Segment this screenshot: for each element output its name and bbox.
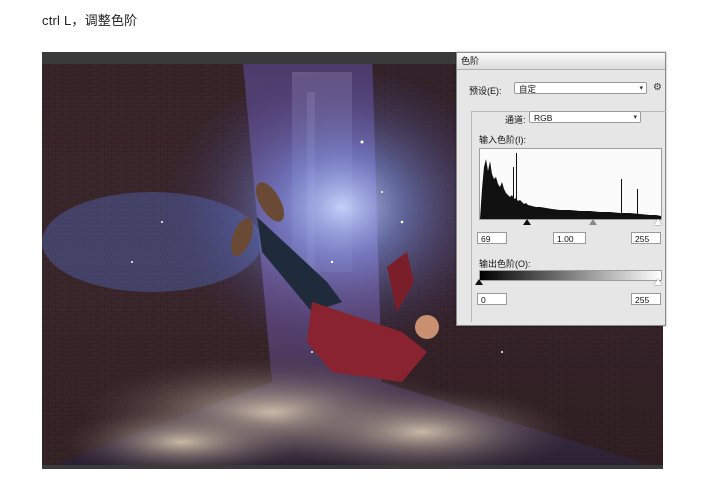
preset-value: 自定: [519, 84, 537, 94]
channel-label: 通道:: [503, 113, 528, 126]
preset-select[interactable]: 自定 ▾: [514, 82, 647, 94]
chevron-down-icon: ▾: [633, 114, 637, 121]
input-gamma-slider[interactable]: [589, 219, 597, 225]
output-black-slider[interactable]: [475, 279, 483, 285]
canvas-bottom-bar: [42, 465, 663, 469]
input-white-slider[interactable]: [654, 219, 662, 225]
output-gradient: [479, 270, 662, 281]
levels-dialog: 色阶 预设(E): 自定 ▾ ⚙ 通道: RGB ▾ 输入色阶(I): 69 1…: [456, 52, 666, 326]
histogram: [479, 148, 662, 220]
channel-select[interactable]: RGB ▾: [529, 111, 641, 123]
caption-text: ctrl L，调整色阶: [42, 13, 138, 28]
input-black-slider[interactable]: [523, 219, 531, 225]
input-white-field[interactable]: 255: [631, 232, 661, 244]
input-gamma-field[interactable]: 1.00: [553, 232, 586, 244]
output-white-slider[interactable]: [654, 279, 662, 285]
input-black-field[interactable]: 69: [477, 232, 507, 244]
chevron-down-icon: ▾: [639, 85, 643, 92]
output-levels-label: 输出色阶(O):: [479, 259, 531, 269]
preset-label: 预设(E):: [469, 86, 502, 96]
dialog-title: 色阶: [457, 53, 665, 70]
channel-value: RGB: [534, 113, 553, 123]
gear-icon[interactable]: ⚙: [653, 82, 662, 93]
input-levels-label: 输入色阶(I):: [479, 135, 526, 145]
output-white-field[interactable]: 255: [631, 293, 661, 305]
output-black-field[interactable]: 0: [477, 293, 507, 305]
